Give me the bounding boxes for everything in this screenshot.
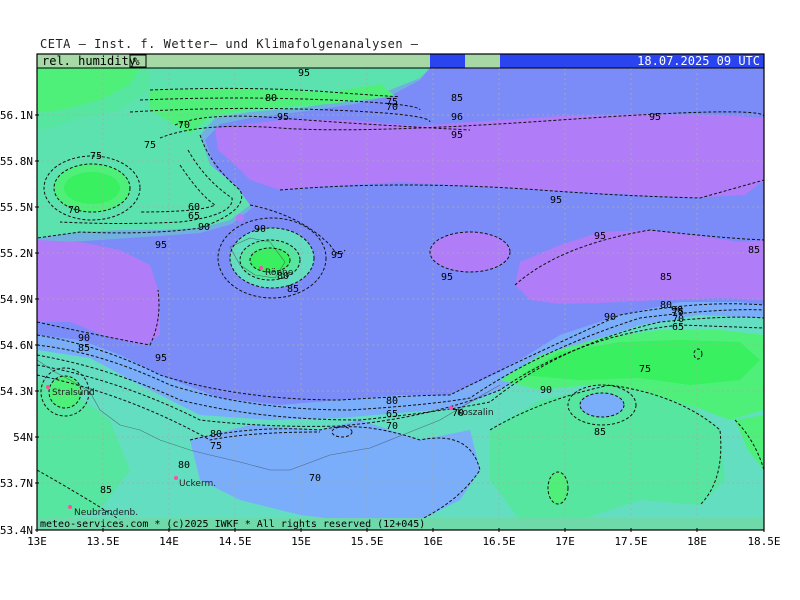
contour-label: 95 [155,240,167,251]
contour-label: 80 [277,271,289,282]
lon-label: 15.5E [350,535,383,548]
contour-label: 85 [287,284,299,295]
contour-label: 70 [178,120,190,131]
contour-label: 85 [451,93,463,104]
contour-label: 85 [748,245,760,256]
contour-label: 95 [331,250,343,261]
humidity-map: rel. humidity % 18.07.2025 09 UTC meteo-… [0,53,781,548]
lon-label: 15E [291,535,311,548]
contour-label: 65 [386,409,398,420]
contour-label: 95 [594,231,606,242]
lat-label: 53.7N [0,477,33,490]
contour-label: 70 [68,205,80,216]
contour-label: 65 [672,322,684,333]
contour-label: 90 [198,222,210,233]
lon-label: 18.5E [747,535,780,548]
contour-label: 80 [265,93,277,104]
place-name: Neubrandenb. [74,508,138,518]
lon-label: 16.5E [482,535,515,548]
lat-label: 54.3N [0,385,33,398]
humidity-region-65-west [64,172,120,204]
place-name: Uckerm. [179,479,216,489]
field-label: rel. humidity [42,54,136,68]
contour-label: 96 [451,112,463,123]
contour-label: 90 [604,312,616,323]
contour-label: 95 [277,112,289,123]
contour-label: 65 [188,211,200,222]
place-marker-dot [259,266,263,270]
contour-label: 80 [386,396,398,407]
contour-label: 95 [649,112,661,123]
unit-label: % [133,55,140,68]
contour-label: 95 [550,195,562,206]
lon-label: 17E [555,535,575,548]
lat-label: 55.5N [0,201,33,214]
lon-label: 18E [687,535,707,548]
contour-label: 95 [298,68,310,79]
contour-label: 95 [441,272,453,283]
contour-label: 90 [671,305,683,316]
banner-blue-band [430,54,465,68]
contour-label: 80 [178,460,190,471]
place-marker-dot [174,476,178,480]
contour-label: 75 [639,364,651,375]
contour-label: 85 [78,343,90,354]
lat-label: 56.1N [0,109,33,122]
lon-label: 14E [159,535,179,548]
contour-label: 95 [451,130,463,141]
contour-label: 85 [100,485,112,496]
lon-label: 13E [27,535,47,548]
contour-label: 90 [540,385,552,396]
contour-label: 75 [144,140,156,151]
timestamp: 18.07.2025 09 UTC [637,54,760,68]
lat-label: 54N [13,431,33,444]
contour-label: 80 [210,429,222,440]
place-marker-dot [46,385,50,389]
lat-label: 55.2N [0,247,33,260]
lat-label: 55.8N [0,155,33,168]
lon-label: 13.5E [86,535,119,548]
contour-label: 75 [90,151,102,162]
lon-label: 14.5E [218,535,251,548]
place-name: Stralsund [52,388,95,398]
contour-label: 75 [210,441,222,452]
place-marker-dot [68,505,72,509]
contour-label: 85 [594,427,606,438]
contour-label: 70 [452,408,464,419]
contour-label: 85 [660,272,672,283]
latitude-labels: 56.1N 55.8N 55.5N 55.2N 54.9N 54.6N 54.3N 54N 53… [0,109,39,537]
contour-label: 70 [386,102,398,113]
lat-label: 54.9N [0,293,33,306]
lon-label: 16E [423,535,443,548]
humidity-spot-95 [236,214,244,222]
copyright-footer: meteo-services.com * (c)2025 IWKF * All … [40,519,425,530]
longitude-labels: 13E 13.5E 14E 14.5E 15E 15.5E 16E 16.5E 17E 17.5E… [27,528,781,548]
contour-label: 70 [386,421,398,432]
contour-label: 70 [309,473,321,484]
lat-label: 54.6N [0,339,33,352]
lon-label: 17.5E [614,535,647,548]
humidity-region-95-north [215,114,764,198]
contour-label: 95 [155,353,167,364]
contour-label: 90 [254,224,266,235]
